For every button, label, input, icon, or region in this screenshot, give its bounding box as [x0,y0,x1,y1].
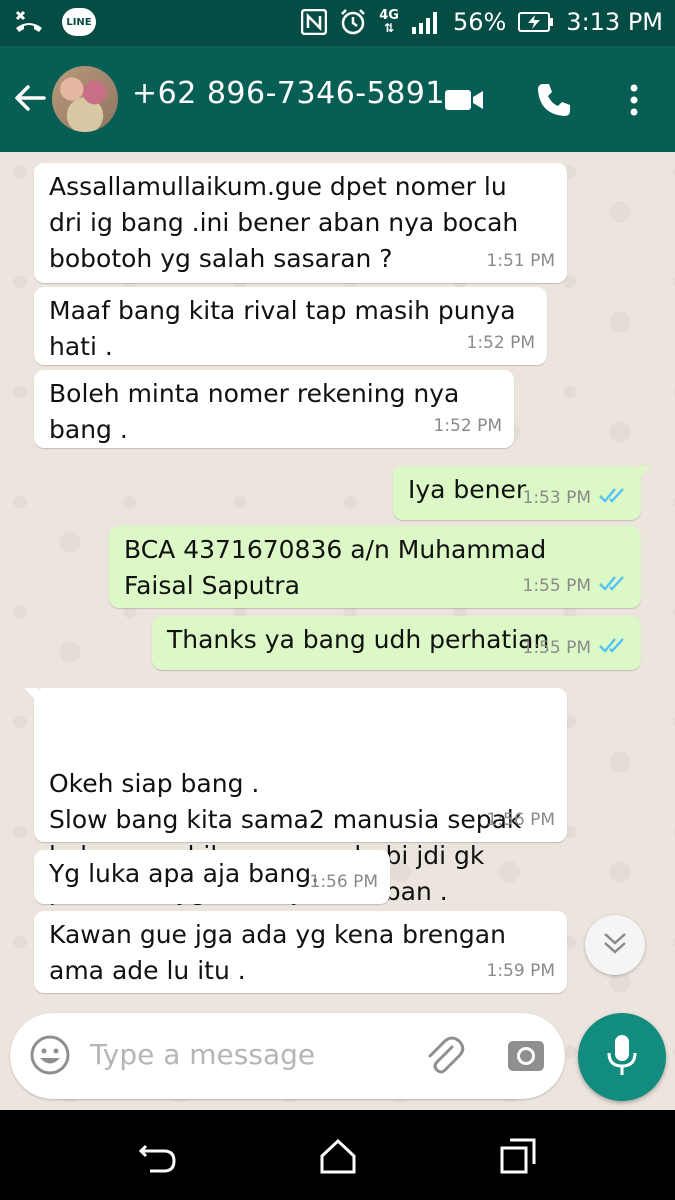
message-incoming[interactable]: Boleh minta nomer rekening nya bang . 1:… [34,370,514,448]
contact-name[interactable]: +62 896-7346-5891 [132,76,445,111]
alarm-icon [339,8,367,36]
camera-icon[interactable] [504,1033,548,1077]
more-options-icon[interactable] [612,78,656,122]
message-time: 1:56 PM [309,872,379,892]
message-time: 1:52 PM [466,333,536,353]
line-app-icon: LINE [62,8,96,36]
signal-icon [411,9,441,35]
message-time: 1:55 PM [522,638,592,658]
message-incoming[interactable]: Yg luka apa aja bang. 1:56 PM [34,850,390,904]
message-time: 1:52 PM [433,416,503,436]
message-text: Assallamullaikum.gue dpet nomer lu dri i… [49,172,519,273]
emoji-icon[interactable] [28,1033,72,1077]
message-time: 1:56 PM [486,810,556,830]
message-incoming[interactable]: Maaf bang kita rival tap masih punya hat… [34,287,547,365]
message-text: Maaf bang kita rival tap masih punya hat… [49,296,516,361]
back-icon[interactable] [138,1136,178,1176]
chat-header: +62 896-7346-5891 [0,46,675,152]
message-outgoing[interactable]: Iya bener 1:53 PM [393,466,651,520]
read-ticks-icon [599,480,629,516]
avatar[interactable] [52,66,118,132]
battery-percent: 56% [452,8,507,36]
clock: 3:13 PM [566,8,663,36]
scroll-to-bottom-button[interactable] [585,915,645,975]
read-ticks-icon [599,568,629,604]
message-outgoing[interactable]: Thanks ya bang udh perhatian 1:55 PM [152,616,641,670]
battery-charging-icon [518,11,554,33]
message-text: Kawan gue jga ada yg kena brengan ama ad… [49,920,506,985]
message-incoming[interactable]: Okeh siap bang . Slow bang kita sama2 ma… [24,688,567,906]
system-nav-bar [0,1110,675,1200]
missed-call-icon [14,8,44,36]
chat-area[interactable]: Assallamullaikum.gue dpet nomer lu dri i… [0,152,675,1110]
message-time: 1:51 PM [486,251,556,271]
message-outgoing[interactable]: BCA 4371670836 a/n Muhammad Faisal Saput… [109,526,641,608]
message-time: 1:59 PM [486,961,556,981]
nfc-icon [301,9,328,35]
back-arrow-icon[interactable] [12,80,48,116]
message-composer[interactable]: Type a message [10,1013,565,1099]
recent-apps-icon[interactable] [498,1136,538,1176]
message-input[interactable]: Type a message [90,1038,315,1071]
video-call-icon[interactable] [442,78,486,122]
mic-button[interactable] [578,1013,666,1101]
attach-icon[interactable] [422,1033,466,1077]
status-bar: LINE 4G ⇅ 56% 3:13 PM [0,0,675,46]
message-incoming[interactable]: Kawan gue jga ada yg kena brengan ama ad… [34,911,567,993]
message-incoming[interactable]: Assallamullaikum.gue dpet nomer lu dri i… [34,163,567,283]
home-icon[interactable] [318,1136,358,1176]
message-text: Boleh minta nomer rekening nya bang . [49,379,460,444]
message-time: 1:55 PM [522,576,592,596]
mic-icon [605,1033,639,1081]
4g-icon: 4G ⇅ [379,8,399,35]
message-time: 1:53 PM [522,488,592,508]
read-ticks-icon [599,630,629,666]
voice-call-icon[interactable] [532,78,576,122]
chevron-double-down-icon [602,931,628,959]
